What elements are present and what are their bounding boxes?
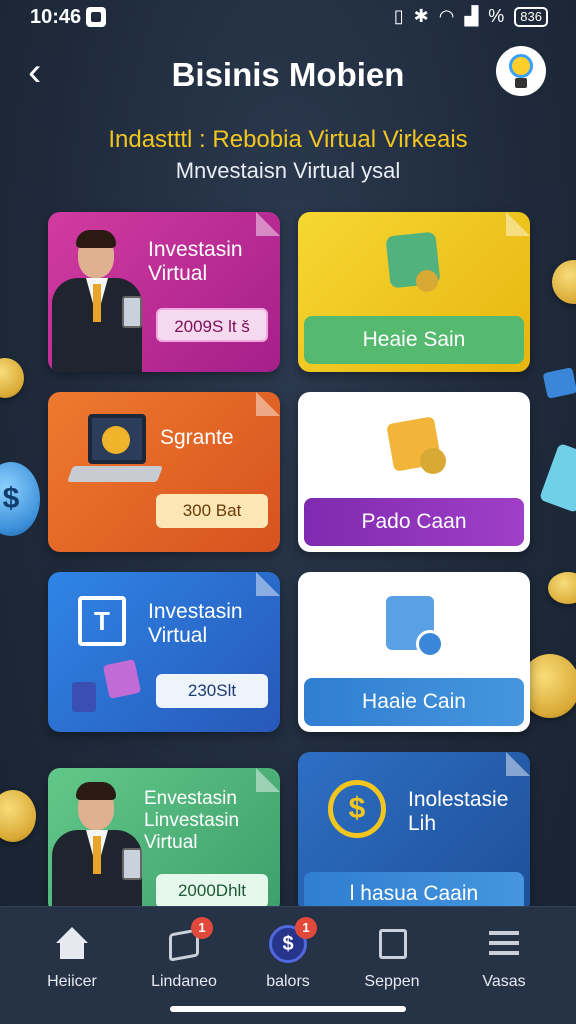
card-fold — [256, 768, 280, 792]
app-screen: 10:46 ▯ ✱ ◠ ▟ % 836 ‹ Bisinis Mobien Ind… — [0, 0, 576, 1024]
coin-icon — [420, 448, 446, 474]
card-fold — [256, 212, 280, 236]
investment-card-4[interactable]: Pado Caan — [298, 392, 530, 552]
investment-card-5[interactable]: T Investasin Virtual 230Slt — [48, 572, 280, 732]
dollar-coin-icon — [416, 630, 444, 658]
wifi-icon: ◠ — [438, 6, 455, 26]
signal-icon: ▟ — [464, 6, 479, 26]
price-pill: 300 Bat — [156, 494, 268, 528]
price-pill: 2000Dhlt — [156, 874, 268, 908]
box-icon: T — [78, 596, 126, 646]
cube-icon — [373, 925, 411, 963]
card-fold — [256, 392, 280, 416]
chart-icon — [542, 367, 576, 399]
businessman-illustration — [48, 782, 148, 914]
card-title: Sgrante — [160, 426, 234, 449]
home-indicator[interactable] — [170, 1006, 406, 1012]
status-time: 10:46 — [30, 6, 82, 28]
coin-icon — [0, 790, 36, 842]
card-title: Investasin Virtual — [148, 238, 243, 285]
document-icon — [102, 659, 142, 699]
card-icon — [538, 442, 576, 514]
notification-badge: 1 — [295, 917, 317, 939]
card-action-button[interactable]: Pado Caan — [304, 498, 524, 546]
coin-icon — [416, 270, 438, 292]
box-icon: 1 — [165, 917, 213, 963]
price-pill: 230Slt — [156, 674, 268, 708]
nav-item-lindaneo[interactable]: 1 Lindaneo — [134, 917, 234, 991]
nav-label: Lindaneo — [151, 973, 217, 990]
status-bar: 10:46 ▯ ✱ ◠ ▟ % 836 — [0, 0, 576, 36]
card-fold — [256, 572, 280, 596]
dollar-coin-icon: $ — [0, 462, 40, 536]
nav-item-seppen[interactable]: Seppen — [342, 925, 442, 991]
dollar-coin-icon: $ 1 — [269, 917, 317, 963]
lightbulb-base — [515, 78, 527, 88]
vibrate-icon: ▯ — [393, 6, 404, 26]
laptop-icon — [88, 414, 146, 464]
card-title: Envestasin Linvestasin Virtual — [144, 788, 240, 853]
menu-icon — [485, 925, 523, 963]
investment-card-2[interactable]: Heaie Sain — [298, 212, 530, 372]
lightbulb-icon — [509, 54, 533, 78]
keyboard-icon — [67, 466, 163, 482]
card-action-button[interactable]: Haaie Cain — [304, 678, 524, 726]
price-pill: 2009S lt š — [156, 308, 268, 342]
nav-label: Seppen — [364, 973, 420, 990]
investment-card-6[interactable]: Haaie Cain — [298, 572, 530, 732]
nav-label: balors — [266, 973, 310, 990]
coin-icon — [552, 260, 576, 304]
nav-item-home[interactable]: Heiicer — [22, 925, 122, 991]
document-icon — [72, 682, 96, 712]
businessman-illustration — [48, 230, 148, 372]
card-fold — [506, 212, 530, 236]
dollar-coin-icon: $ — [328, 780, 386, 838]
coin-icon — [0, 358, 24, 398]
headline: Indastttl : Rebobia Virtual Virkeais — [108, 126, 468, 153]
bluetooth-icon: ✱ — [413, 6, 429, 26]
home-icon — [53, 925, 91, 963]
nav-item-balors[interactable]: $ 1 balors — [238, 917, 338, 991]
card-title: Investasin Virtual — [148, 600, 243, 647]
notification-badge: 1 — [191, 917, 213, 939]
subheadline: Mnvestaisn Virtual ysal — [175, 158, 401, 183]
avatar[interactable] — [496, 46, 546, 96]
card-title: Inolestasie Lih — [408, 788, 509, 835]
investment-card-8[interactable]: $ Inolestasie Lih l hasua Caain — [298, 752, 530, 914]
card-action-button[interactable]: Heaie Sain — [304, 316, 524, 364]
investment-card-1[interactable]: Investasin Virtual 2009S lt š — [48, 212, 280, 372]
nav-item-vasas[interactable]: Vasas — [454, 925, 554, 991]
status-icons: ▯ ✱ ◠ ▟ % 836 — [394, 6, 548, 27]
card-fold — [506, 752, 530, 776]
coin-icon — [548, 572, 576, 604]
battery-icon: 836 — [514, 6, 548, 27]
investment-card-3[interactable]: Sgrante 300 Bat — [48, 392, 280, 552]
nav-label: Vasas — [482, 973, 526, 990]
investment-card-7[interactable]: Envestasin Linvestasin Virtual 2000Dhlt — [48, 768, 280, 914]
nav-label: Heiicer — [47, 973, 97, 990]
data-icon: % — [488, 6, 505, 26]
page-title: Bisinis Mobien — [171, 56, 405, 93]
notification-app-icon — [86, 7, 106, 27]
